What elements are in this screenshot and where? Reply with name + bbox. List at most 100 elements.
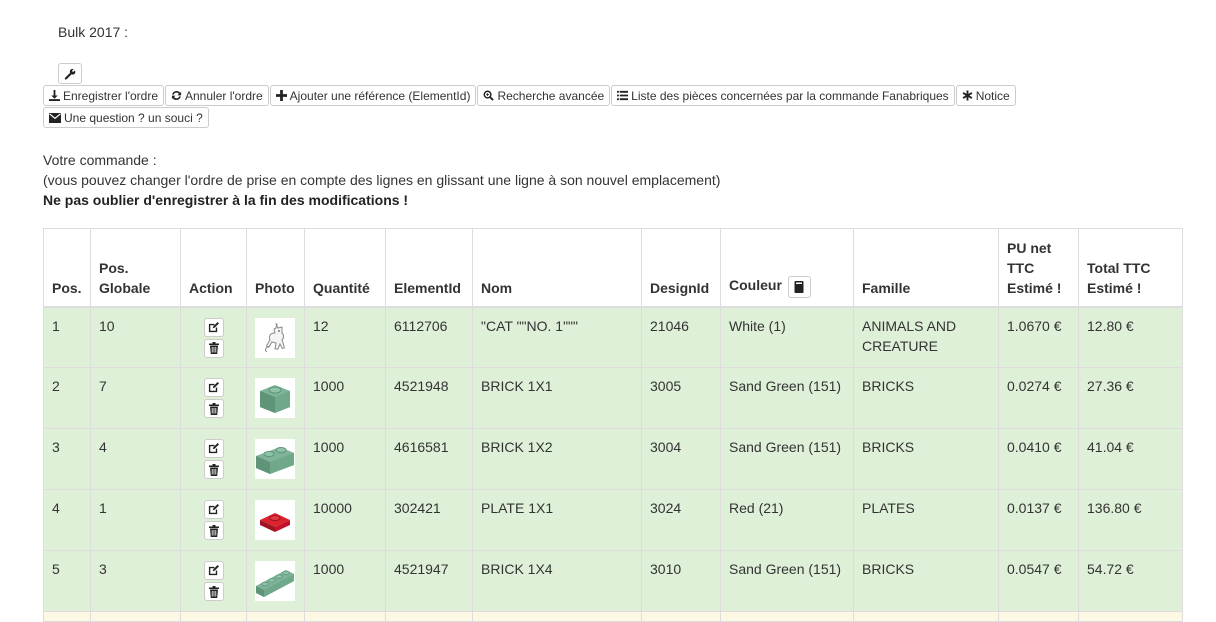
order-table: Pos. Pos. Globale Action Photo Quantité … (43, 228, 1183, 622)
edit-row-button[interactable] (203, 439, 224, 458)
table-row[interactable]: 5 3 1000 4521947 BRICK 1X4 3010 Sand Gre… (43, 550, 1183, 612)
cell-element-id: 6112706 (385, 306, 473, 368)
trash-icon (208, 342, 219, 354)
cell-element-id: 4616581 (385, 428, 473, 490)
parts-list-button[interactable]: Liste des pièces concernées par la comma… (611, 85, 955, 106)
edit-icon (208, 504, 219, 515)
cell-pos-globale: 4 (90, 428, 181, 490)
header-pos-globale[interactable]: Pos. Globale (90, 228, 181, 308)
part-photo-cat (255, 317, 295, 358)
advanced-search-button[interactable]: Recherche avancée (477, 85, 611, 106)
cell-photo (246, 550, 305, 612)
cell-nom: BRICK 1X4 (472, 550, 642, 612)
cell-pos-globale: 3 (90, 550, 181, 612)
table-row[interactable]: 4 1 10000 302421 PLATE 1X1 3024 Red (21)… (43, 489, 1183, 551)
cell-action (180, 489, 247, 551)
table-header-row: Pos. Pos. Globale Action Photo Quantité … (43, 228, 1183, 308)
intro-warning: Ne pas oublier d'enregistrer à la fin de… (43, 192, 409, 208)
header-pu[interactable]: PU net TTC Estimé ! (998, 228, 1079, 308)
cell-pos-globale: 10 (90, 306, 181, 368)
cell-famille: BRICKS (853, 550, 999, 612)
intro-hint: (vous pouvez changer l'ordre de prise en… (43, 172, 721, 188)
cell-quantite[interactable]: 12 (304, 306, 386, 368)
header-design-id[interactable]: DesignId (641, 228, 721, 308)
brick-1x4-icon (256, 570, 294, 597)
download-icon (49, 90, 60, 101)
delete-row-button[interactable] (203, 460, 224, 479)
cell-pos: 1 (43, 306, 91, 368)
header-couleur[interactable]: Couleur (720, 228, 854, 308)
cell-nom: "CAT ""NO. 1""" (472, 306, 642, 368)
book-icon (794, 280, 804, 293)
trash-icon (208, 402, 219, 415)
header-nom[interactable]: Nom (472, 228, 642, 308)
header-pos[interactable]: Pos. (43, 228, 91, 308)
delete-row-button[interactable] (203, 521, 224, 540)
cell-quantite[interactable]: 10000 (304, 489, 386, 551)
edit-icon (208, 382, 219, 393)
cancel-order-button[interactable]: Annuler l'ordre (165, 85, 269, 106)
trash-icon (208, 463, 219, 476)
cell-quantite[interactable]: 1000 (304, 550, 386, 612)
cancel-order-label: Annuler l'ordre (185, 88, 263, 103)
cell-famille: PLATES (853, 489, 999, 551)
cell-pos-globale: 7 (90, 367, 181, 429)
cell-pu: 0.0410 € (998, 428, 1079, 490)
parts-list-label: Liste des pièces concernées par la comma… (631, 88, 949, 103)
cell-nom: BRICK 1X2 (472, 428, 642, 490)
part-photo-brick-1x1 (255, 378, 295, 418)
notice-label: Notice (975, 88, 1010, 103)
cell-total: 41.04 € (1078, 428, 1183, 490)
cell-quantite[interactable]: 1000 (304, 367, 386, 429)
cell-couleur: Sand Green (151) (720, 428, 854, 490)
save-order-button[interactable]: Enregistrer l'ordre (43, 85, 164, 106)
delete-row-button[interactable] (203, 582, 224, 601)
cell-pos: 4 (43, 489, 91, 551)
edit-row-button[interactable] (203, 561, 224, 580)
table-row[interactable]: 1 10 12 6112706 "CAT ""NO. 1""" 21046 Wh… (43, 306, 1183, 368)
edit-icon (208, 321, 219, 332)
cell-quantite[interactable]: 1000 (304, 428, 386, 490)
header-element-id[interactable]: ElementId (385, 228, 473, 308)
delete-row-button[interactable] (203, 399, 224, 418)
cell-pos: 2 (43, 367, 91, 429)
cell-action (180, 367, 247, 429)
question-label: Une question ? un souci ? (64, 110, 203, 125)
cell-pu: 0.0274 € (998, 367, 1079, 429)
cell-couleur: Red (21) (720, 489, 854, 551)
cell-famille: ANIMALS AND CREATURE (853, 306, 999, 368)
cell-pos: 5 (43, 550, 91, 612)
notice-button[interactable]: Notice (955, 85, 1016, 106)
cell-photo (246, 489, 305, 551)
cell-element-id: 302421 (385, 489, 473, 551)
edit-row-button[interactable] (203, 378, 224, 397)
cell-total: 136.80 € (1078, 489, 1183, 551)
plate-1x1-icon (260, 513, 290, 532)
header-quantite[interactable]: Quantité (304, 228, 386, 308)
cell-couleur: White (1) (720, 306, 854, 368)
color-palette-button[interactable] (787, 275, 811, 298)
trash-icon (208, 524, 219, 537)
cell-photo (246, 367, 305, 429)
header-photo: Photo (246, 228, 305, 308)
edit-row-button[interactable] (203, 500, 224, 519)
list-icon (617, 90, 629, 101)
part-photo-brick-1x4 (255, 561, 295, 601)
add-reference-button[interactable]: Ajouter une référence (ElementId) (269, 85, 477, 106)
settings-wrench-button[interactable] (58, 63, 82, 84)
edit-icon (208, 565, 219, 576)
envelope-icon (49, 112, 61, 123)
table-row[interactable]: 2 7 1000 4521948 BRICK 1X1 3005 Sand Gre… (43, 367, 1183, 429)
header-total[interactable]: Total TTC Estimé ! (1078, 228, 1183, 308)
delete-row-button[interactable] (203, 338, 224, 358)
table-row[interactable]: 3 4 1000 4616581 BRICK 1X2 3004 Sand Gre… (43, 428, 1183, 490)
cell-nom: PLATE 1X1 (472, 489, 642, 551)
header-action: Action (180, 228, 247, 308)
cell-element-id: 4521947 (385, 550, 473, 612)
header-famille[interactable]: Famille (853, 228, 999, 308)
part-photo-brick-1x2 (255, 439, 295, 479)
edit-row-button[interactable] (203, 317, 224, 337)
question-button[interactable]: Une question ? un souci ? (43, 107, 209, 128)
cell-photo (246, 306, 305, 368)
cell-action (180, 428, 247, 490)
